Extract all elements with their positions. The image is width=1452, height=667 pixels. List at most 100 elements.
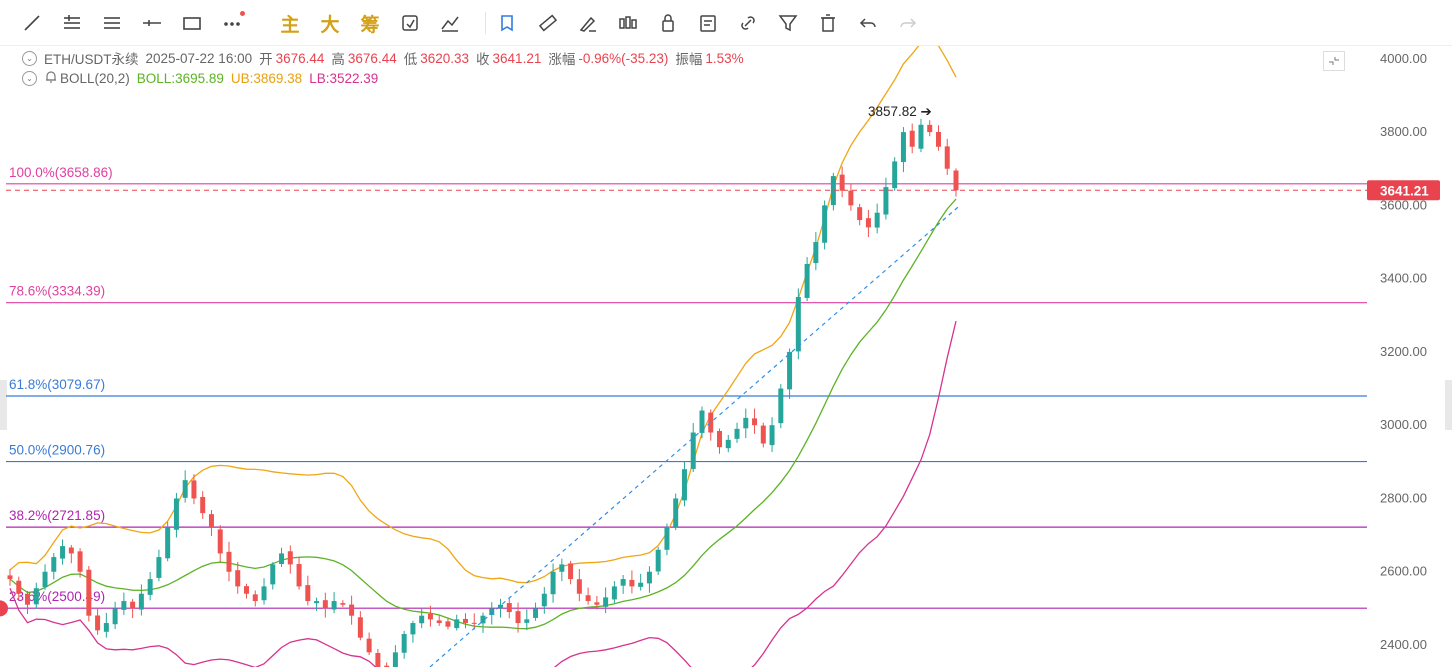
candle-body — [944, 146, 950, 169]
candle-body — [191, 480, 197, 499]
note-icon[interactable] — [693, 8, 723, 38]
measure-icon[interactable] — [435, 8, 465, 38]
candle-body — [279, 553, 285, 565]
replay-icon[interactable] — [395, 8, 425, 38]
filter-icon[interactable] — [773, 8, 803, 38]
candle-body — [60, 546, 66, 559]
chips-button[interactable]: 筹 — [355, 8, 385, 38]
horizontal-ray-icon[interactable] — [137, 8, 167, 38]
candle-body — [620, 579, 626, 586]
candle-body — [270, 564, 276, 585]
candle-body — [25, 593, 31, 605]
y-tick-label: 3600.00 — [1380, 197, 1427, 212]
y-tick-label: 3800.00 — [1380, 124, 1427, 139]
candle-body — [568, 563, 574, 580]
y-tick-label: 2400.00 — [1380, 637, 1427, 652]
candle-body — [813, 242, 819, 264]
candle-body — [68, 547, 74, 554]
candle-body — [392, 652, 398, 667]
redo-icon[interactable] — [893, 8, 923, 38]
candle-body — [7, 575, 13, 580]
candle-body — [629, 579, 635, 587]
candle-body — [585, 595, 591, 602]
candle-body — [235, 570, 241, 587]
candle-body — [77, 551, 83, 572]
trend-line — [429, 204, 961, 667]
fib-level-label: 50.0%(2900.76) — [9, 443, 105, 458]
candle-body — [226, 551, 232, 572]
candle-body — [506, 603, 512, 613]
candle-body — [138, 593, 144, 610]
y-tick-label: 4000.00 — [1380, 51, 1427, 66]
candle-body — [524, 619, 530, 623]
candle-body — [112, 608, 118, 625]
candle-body — [717, 430, 722, 448]
candle-body — [261, 586, 267, 601]
fib-level-label: 61.8%(3079.67) — [9, 377, 105, 392]
candle-body — [804, 263, 810, 298]
lock-icon[interactable] — [653, 8, 683, 38]
candle-body — [445, 621, 451, 627]
brush-icon[interactable] — [573, 8, 603, 38]
candle-body — [296, 564, 302, 587]
y-tick-label: 3200.00 — [1380, 344, 1427, 359]
candle-body — [576, 579, 582, 594]
candle-body — [436, 620, 442, 624]
large-view-button[interactable]: 大 — [315, 8, 345, 38]
candle-body — [883, 187, 889, 215]
more-tools-icon[interactable] — [217, 8, 247, 38]
candle-body — [900, 132, 906, 163]
candle-body — [681, 469, 687, 501]
toolbar-divider — [485, 12, 486, 34]
candle-body — [743, 417, 749, 429]
candle-body — [953, 170, 959, 191]
notification-dot — [240, 11, 245, 16]
candle-body — [892, 161, 898, 189]
drawing-toolbar: 主 大 筹 — [0, 0, 1452, 46]
candle-body — [787, 351, 793, 390]
candle-body — [646, 571, 652, 584]
candle-body — [130, 601, 136, 609]
candle-body — [603, 597, 609, 607]
rectangle-icon[interactable] — [177, 8, 207, 38]
candle-body — [874, 212, 880, 228]
ruler-icon[interactable] — [533, 8, 563, 38]
candle-body — [147, 579, 153, 595]
candle-body — [594, 602, 600, 605]
magnet-select-icon[interactable] — [493, 8, 523, 38]
candle-body — [42, 571, 48, 587]
y-tick-label: 3000.00 — [1380, 417, 1427, 432]
horizontal-lines-icon[interactable] — [97, 8, 127, 38]
candle-body — [165, 527, 171, 559]
main-indicator-button[interactable]: 主 — [275, 8, 305, 38]
fib-level-label: 78.6%(3334.39) — [9, 284, 105, 299]
candle-body — [252, 594, 258, 602]
price-chart[interactable]: 100.0%(3658.86) 78.6%(3334.39) 61.8%(3079.… — [0, 46, 1452, 667]
fib-level-label: 38.2%(2721.85) — [9, 508, 105, 523]
candle-body — [200, 496, 206, 514]
link-icon[interactable] — [733, 8, 763, 38]
trash-icon[interactable] — [813, 8, 843, 38]
parallel-lines-icon[interactable] — [57, 8, 87, 38]
fib-level-label: 100.0%(3658.86) — [9, 165, 113, 180]
candle-body — [314, 601, 320, 604]
y-tick-label: 2600.00 — [1380, 564, 1427, 579]
candle-body — [918, 124, 924, 149]
candle-body — [795, 296, 801, 352]
candle-body — [86, 569, 92, 616]
candle-body — [419, 615, 425, 624]
candle-body — [33, 588, 39, 605]
trend-line-icon[interactable] — [17, 8, 47, 38]
candle-body — [217, 529, 223, 554]
candle-body — [935, 132, 941, 147]
candle-body — [349, 604, 355, 616]
candle-body — [638, 582, 644, 587]
candle-body — [287, 551, 293, 565]
undo-icon[interactable] — [853, 8, 883, 38]
candle-body — [752, 418, 758, 426]
candle-body — [427, 613, 433, 620]
candle-pattern-icon[interactable] — [613, 8, 643, 38]
candle-body — [410, 623, 416, 635]
candle-body — [182, 480, 188, 498]
candle-body — [708, 412, 714, 433]
